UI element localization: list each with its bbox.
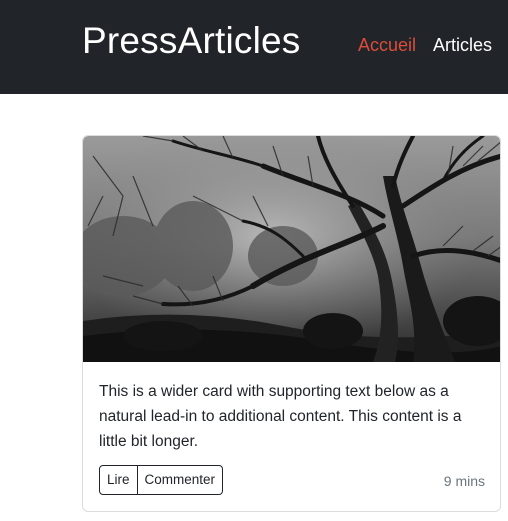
nav-link-articles[interactable]: Articles — [433, 34, 492, 56]
article-card: This is a wider card with supporting tex… — [82, 135, 501, 512]
nav-link-accueil[interactable]: Accueil — [358, 34, 416, 56]
card-text: This is a wider card with supporting tex… — [99, 383, 462, 450]
read-time: 9 mins — [443, 473, 485, 489]
card-button-group: Lire Commenter — [99, 465, 224, 495]
brand-title[interactable]: PressArticles — [82, 18, 300, 64]
card-image — [83, 136, 500, 362]
navbar: PressArticles Accueil Articles — [0, 0, 508, 94]
read-button[interactable]: Lire — [99, 465, 138, 495]
comment-button[interactable]: Commenter — [137, 465, 224, 495]
